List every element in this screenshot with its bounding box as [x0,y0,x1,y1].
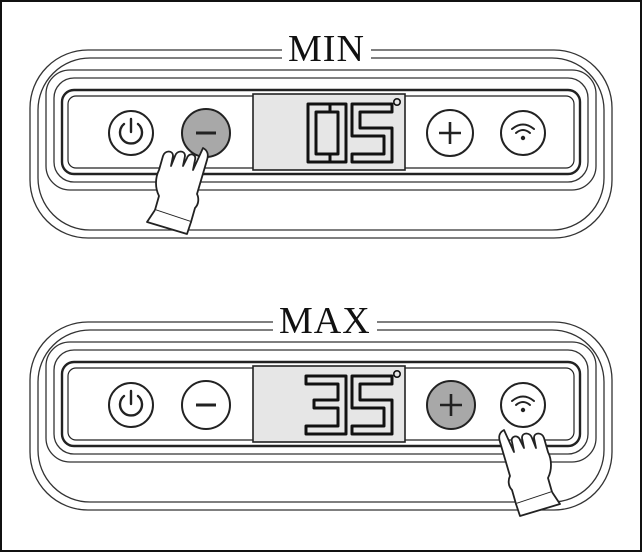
plus-button[interactable] [427,110,473,156]
minus-button[interactable] [182,109,230,157]
diagram-frame: MIN MAX 05 ° 35 ° [0,0,642,552]
power-button[interactable] [109,111,153,155]
power-button[interactable] [109,383,153,427]
panel-label-min: MIN [282,30,371,68]
wifi-button[interactable] [501,383,545,427]
temperature-display-max: 35 ° [253,366,405,442]
temperature-display-min: 05 ° [253,94,405,170]
panel-label-max: MAX [273,302,377,340]
plus-button[interactable] [427,381,475,429]
control-panels-illustration [0,0,642,552]
wifi-button[interactable] [501,111,545,155]
minus-button[interactable] [182,381,230,429]
